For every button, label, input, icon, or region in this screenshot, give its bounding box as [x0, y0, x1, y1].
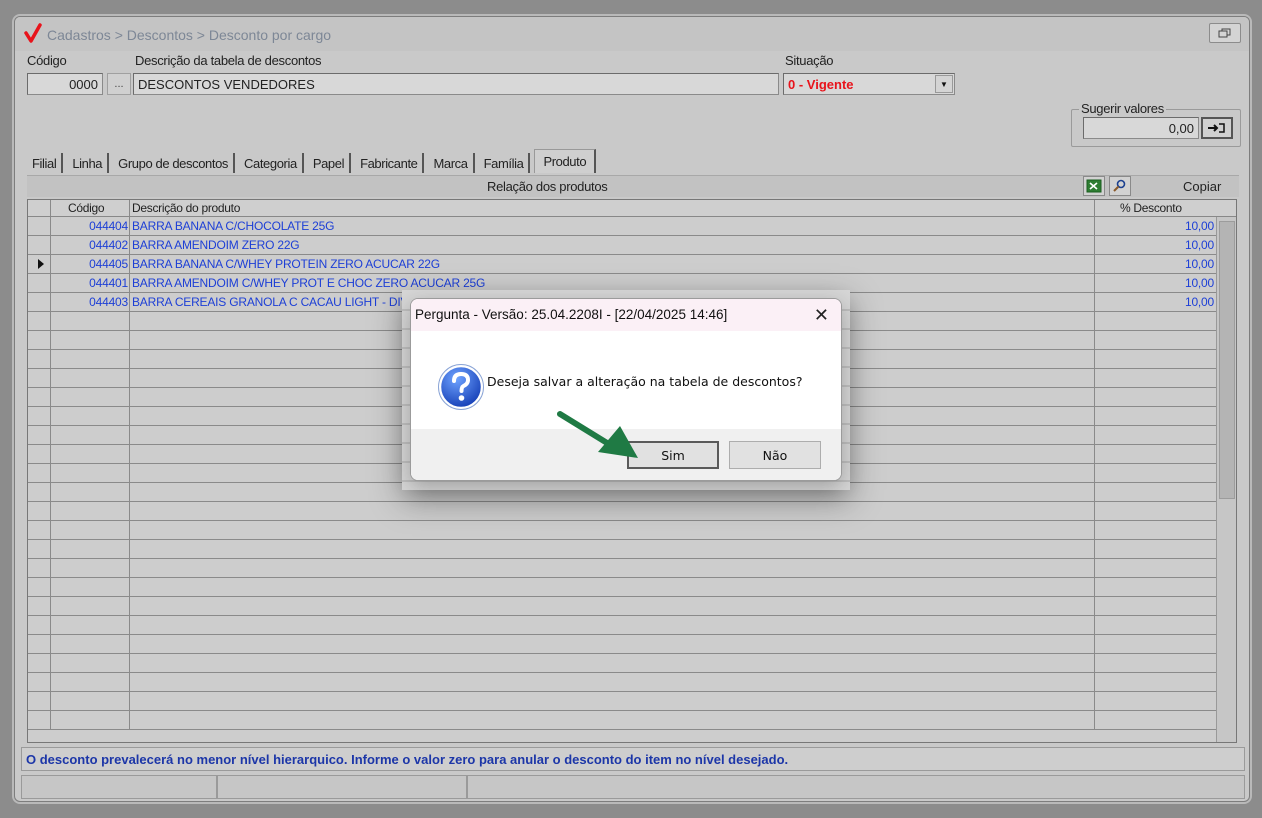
tab-linha[interactable]: Linha: [67, 153, 110, 173]
app-logo-icon: [24, 23, 42, 43]
dialog-message: Deseja salvar a alteração na tabela de d…: [487, 374, 803, 389]
panel-title: Relação dos produtos: [487, 179, 608, 194]
tab-marca[interactable]: Marca: [428, 153, 475, 173]
tab-strip: Filial Linha Grupo de descontos Categori…: [27, 149, 600, 173]
tab-produto[interactable]: Produto: [534, 149, 597, 173]
cell-descricao[interactable]: BARRA AMENDOIM C/WHEY PROT E CHOC ZERO A…: [132, 276, 485, 290]
scroll-thumb[interactable]: [1219, 221, 1235, 499]
situacao-label: Situação: [785, 53, 834, 68]
status-segment-2: [217, 775, 467, 799]
window-title: Cadastros > Descontos > Desconto por car…: [47, 27, 332, 43]
table-row[interactable]: [28, 521, 1216, 540]
descricao-label: Descrição da tabela de descontos: [135, 53, 322, 68]
col-descricao[interactable]: Descrição do produto: [132, 201, 240, 215]
table-row[interactable]: [28, 654, 1216, 673]
tab-filial[interactable]: Filial: [27, 153, 64, 173]
dialog-title: Pergunta - Versão: 25.04.2208I - [22/04/…: [415, 307, 728, 322]
grid-header: Código Descrição do produto % Desconto: [28, 200, 1236, 217]
cell-descricao[interactable]: BARRA BANANA C/CHOCOLATE 25G: [132, 219, 334, 233]
table-row[interactable]: [28, 673, 1216, 692]
cell-descricao[interactable]: BARRA AMENDOIM ZERO 22G: [132, 238, 300, 252]
table-row[interactable]: 044405 BARRA BANANA C/WHEY PROTEIN ZERO A…: [28, 255, 1216, 274]
current-row-indicator-icon: [38, 259, 44, 269]
cell-desconto[interactable]: 10,00: [1185, 295, 1214, 309]
search-icon: [1113, 179, 1126, 192]
sugerir-valores-label: Sugerir valores: [1079, 101, 1166, 116]
apply-value-button[interactable]: [1201, 117, 1233, 139]
table-row[interactable]: [28, 635, 1216, 654]
cell-codigo[interactable]: 044401: [89, 276, 128, 290]
cell-desconto[interactable]: 10,00: [1185, 219, 1214, 233]
table-row[interactable]: [28, 559, 1216, 578]
table-row[interactable]: 044404 BARRA BANANA C/CHOCOLATE 25G 10,00: [28, 217, 1216, 236]
cell-desconto[interactable]: 10,00: [1185, 276, 1214, 290]
descricao-field[interactable]: DESCONTOS VENDEDORES: [133, 73, 779, 95]
tab-papel[interactable]: Papel: [308, 153, 352, 173]
cell-desconto[interactable]: 10,00: [1185, 257, 1214, 271]
cell-codigo[interactable]: 044404: [89, 219, 128, 233]
grid-scrollbar[interactable]: [1216, 217, 1236, 742]
apply-arrow-icon: [1208, 123, 1225, 133]
table-row[interactable]: 044402 BARRA AMENDOIM ZERO 22G 10,00: [28, 236, 1216, 255]
sugerir-valores-field[interactable]: 0,00: [1083, 117, 1199, 139]
excel-icon: [1086, 179, 1102, 193]
table-row[interactable]: [28, 578, 1216, 597]
cell-codigo[interactable]: 044405: [89, 257, 128, 271]
restore-icon[interactable]: [1209, 23, 1241, 43]
cell-desconto[interactable]: 10,00: [1185, 238, 1214, 252]
status-segment-1: [21, 775, 217, 799]
dialog-title-bar: Pergunta - Versão: 25.04.2208I - [22/04/…: [411, 299, 841, 331]
table-row[interactable]: [28, 692, 1216, 711]
tab-grupo-de-descontos[interactable]: Grupo de descontos: [113, 153, 236, 173]
excel-export-button[interactable]: [1083, 176, 1105, 196]
cell-descricao[interactable]: BARRA BANANA C/WHEY PROTEIN ZERO ACUCAR …: [132, 257, 440, 271]
cell-codigo[interactable]: 044402: [89, 238, 128, 252]
tab-fabricante[interactable]: Fabricante: [355, 153, 425, 173]
products-panel-header: Relação dos produtos Copiar: [27, 175, 1239, 197]
close-icon[interactable]: ✕: [814, 305, 829, 326]
status-segment-3: [467, 775, 1245, 799]
question-icon: [438, 364, 484, 410]
no-button[interactable]: Não: [729, 441, 821, 469]
search-button[interactable]: [1109, 176, 1131, 196]
status-bar: [21, 775, 1245, 799]
codigo-label: Código: [27, 53, 67, 68]
tab-categoria[interactable]: Categoria: [239, 153, 304, 173]
copy-button[interactable]: Copiar: [1183, 179, 1221, 194]
col-desconto[interactable]: % Desconto: [1120, 201, 1182, 215]
table-row[interactable]: [28, 597, 1216, 616]
table-row[interactable]: [28, 616, 1216, 635]
codigo-lookup-button[interactable]: ...: [107, 73, 131, 95]
codigo-field[interactable]: 0000: [27, 73, 103, 95]
chevron-down-icon[interactable]: ▼: [935, 75, 953, 93]
table-row[interactable]: [28, 540, 1216, 559]
info-message: O desconto prevalecerá no menor nível hi…: [21, 747, 1245, 771]
table-row[interactable]: [28, 711, 1216, 730]
table-row[interactable]: [28, 502, 1216, 521]
col-codigo[interactable]: Código: [68, 201, 105, 215]
annotation-arrow-icon: [557, 411, 638, 458]
situacao-value: 0 - Vigente: [788, 76, 854, 92]
cell-codigo[interactable]: 044403: [89, 295, 128, 309]
tab-familia[interactable]: Família: [479, 153, 531, 173]
situacao-select[interactable]: 0 - Vigente ▼: [783, 73, 955, 95]
title-bar: Cadastros > Descontos > Desconto por car…: [15, 17, 1249, 51]
